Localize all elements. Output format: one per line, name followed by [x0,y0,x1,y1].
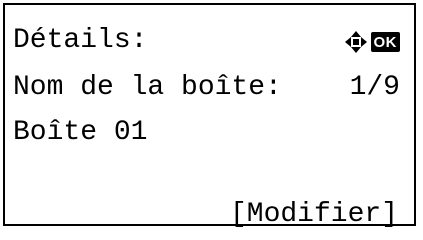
ok-icon: OK [370,32,400,52]
lcd-panel: Détails: OK Nom de la boîte: 1/9 Boîte 0… [3,3,416,230]
screen-title: Détails: [13,25,148,56]
field-value: Boîte 01 [13,117,148,148]
navigation-indicator: OK [344,30,400,54]
page-indicator: 1/9 [349,72,400,103]
four-way-arrows-icon [344,31,367,53]
modify-softkey[interactable]: [Modifier] [230,198,398,232]
field-label: Nom de la boîte: [13,72,282,103]
